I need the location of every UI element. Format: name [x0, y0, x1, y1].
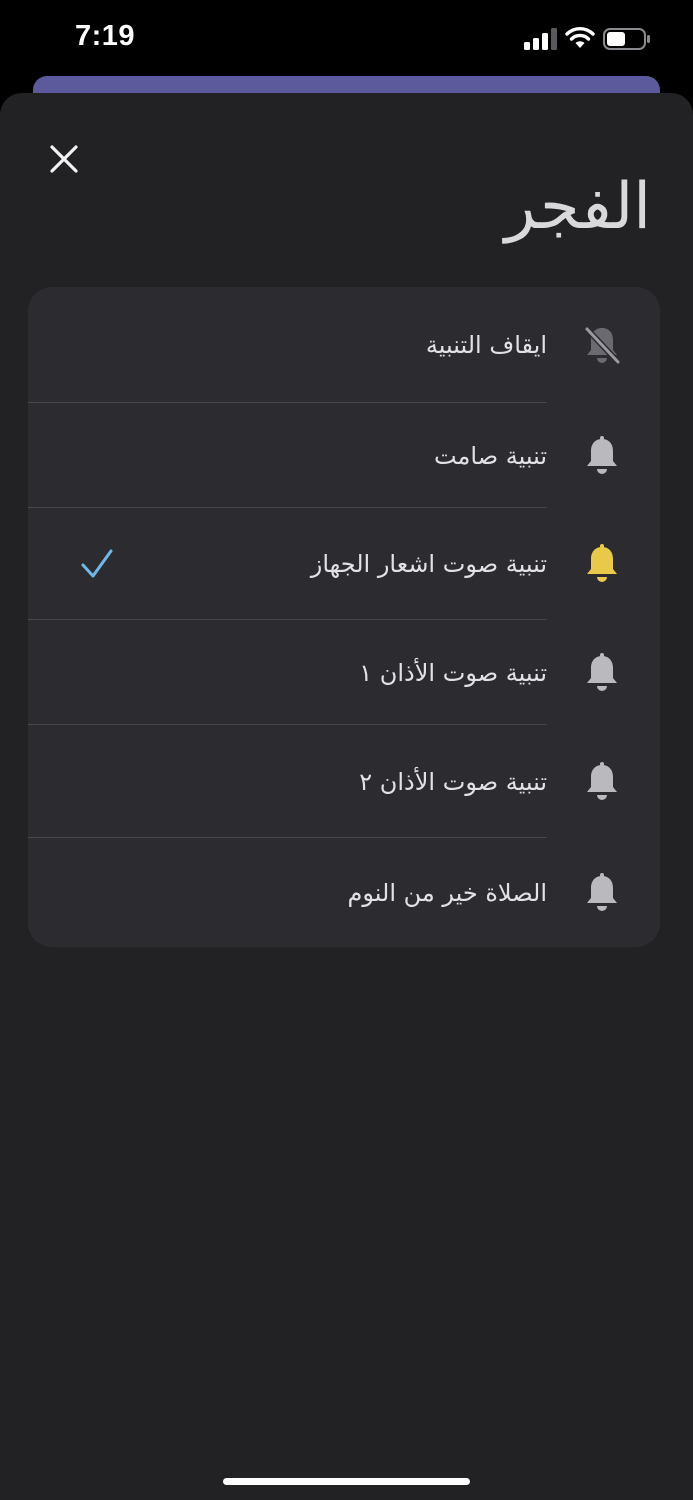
home-indicator[interactable]: [223, 1478, 470, 1485]
bell-active-icon: [581, 542, 623, 586]
option-label: الصلاة خير من النوم: [347, 878, 548, 907]
option-mute-alert[interactable]: ايقاف التنبية: [28, 287, 660, 403]
close-button[interactable]: [44, 139, 84, 179]
option-label: تنبية صوت الأذان ٢: [359, 767, 547, 796]
option-adhan-2[interactable]: تنبية صوت الأذان ٢: [28, 725, 660, 838]
checkmark-icon: [81, 549, 113, 578]
close-icon: [50, 145, 78, 173]
bell-icon: [581, 760, 623, 804]
option-prayer-better-than-sleep[interactable]: الصلاة خير من النوم: [28, 838, 660, 947]
option-label: تنبية صوت الأذان ١: [359, 658, 547, 687]
option-label: تنبية صوت اشعار الجهاز: [310, 550, 547, 578]
bell-icon: [581, 871, 623, 915]
bell-icon: [581, 434, 623, 478]
wifi-icon: [565, 27, 595, 48]
status-time: 7:19: [75, 20, 136, 52]
option-adhan-1[interactable]: تنبية صوت الأذان ١: [28, 620, 660, 725]
option-device-sound[interactable]: تنبية صوت اشعار الجهاز: [28, 508, 660, 620]
bell-icon: [581, 651, 623, 695]
battery-icon: [603, 28, 650, 50]
bell-slash-icon: [581, 323, 623, 367]
option-silent-alert[interactable]: تنبية صامت: [28, 403, 660, 508]
alert-options-list: ايقاف التنبية تنبية صامت تنبية صوت اشعار…: [28, 287, 660, 947]
cellular-signal-icon: [524, 28, 557, 50]
option-label: تنبية صامت: [433, 441, 547, 470]
option-label: ايقاف التنبية: [425, 331, 547, 359]
status-bar: 7:19: [0, 0, 693, 80]
page-title: الفجر: [504, 170, 651, 244]
